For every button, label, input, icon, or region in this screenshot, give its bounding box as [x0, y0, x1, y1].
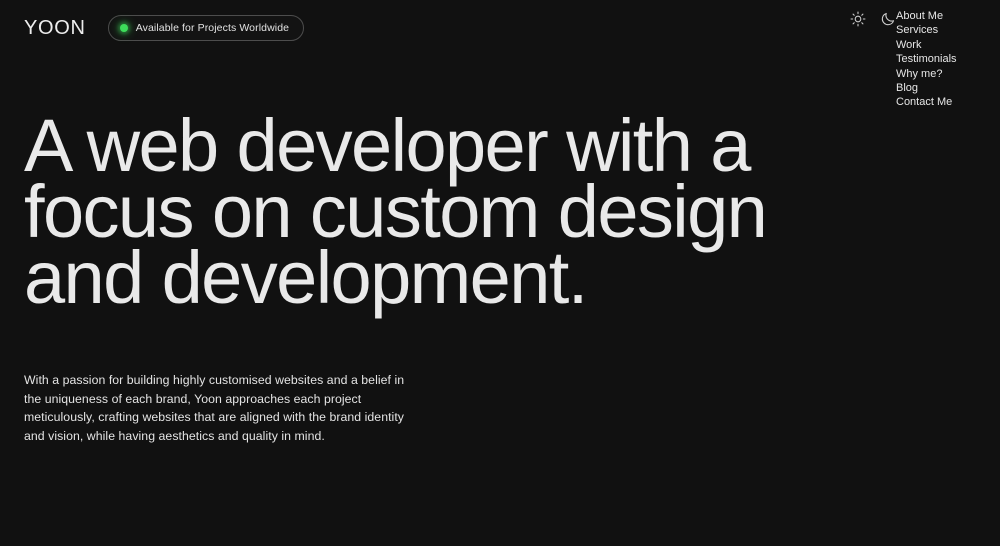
- hero-section: A web developer with a focus on custom d…: [24, 104, 864, 319]
- hero-headline: A web developer with a focus on custom d…: [24, 104, 768, 319]
- nav-item-services[interactable]: Services: [896, 23, 938, 37]
- status-dot-icon: [119, 24, 128, 32]
- availability-status-badge[interactable]: Available for Projects Worldwide: [107, 15, 305, 41]
- moon-icon: [880, 11, 896, 27]
- site-header: YOON Available for Projects Worldwide Ab…: [0, 0, 1000, 120]
- dark-mode-button[interactable]: [878, 9, 898, 29]
- light-mode-button[interactable]: [848, 9, 868, 29]
- nav-item-contact-me[interactable]: Contact Me: [896, 95, 952, 109]
- brand-block: YOON Available for Projects Worldwide: [24, 15, 305, 41]
- availability-status-label: Available for Projects Worldwide: [135, 22, 290, 34]
- nav-item-testimonials[interactable]: Testimonials: [896, 52, 957, 66]
- primary-navigation: About Me Services Work Testimonials Why …: [896, 9, 982, 110]
- nav-item-about-me[interactable]: About Me: [896, 9, 943, 23]
- page-root: YOON Available for Projects Worldwide Ab…: [0, 0, 1000, 546]
- nav-item-blog[interactable]: Blog: [896, 81, 918, 95]
- sun-icon: [850, 11, 866, 27]
- nav-item-work[interactable]: Work: [896, 38, 921, 52]
- theme-toggle-group: [848, 9, 898, 29]
- hero-description: With a passion for building highly custo…: [24, 373, 405, 443]
- nav-item-why-me[interactable]: Why me?: [896, 67, 942, 81]
- site-logo[interactable]: YOON: [24, 18, 86, 38]
